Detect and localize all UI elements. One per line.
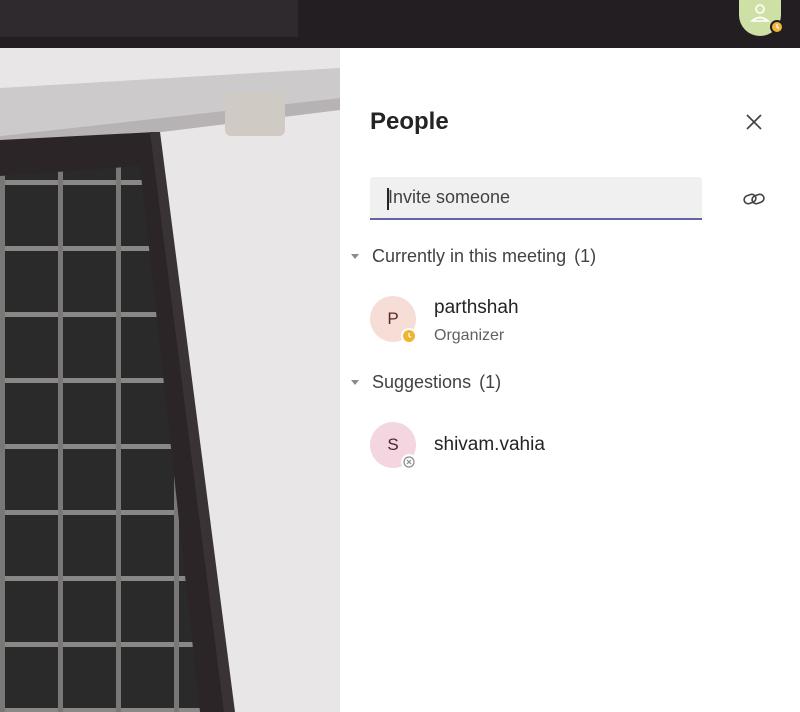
away-status-badge xyxy=(401,328,417,344)
copy-invite-link-button[interactable] xyxy=(742,187,766,211)
section-count: (1) xyxy=(574,246,597,266)
link-icon xyxy=(743,193,765,205)
suggestion-item[interactable]: S shivam.vahia xyxy=(370,422,770,474)
text-caret xyxy=(387,188,389,210)
people-panel: People Currently in this meeting (1) P p… xyxy=(340,48,800,712)
top-bar xyxy=(0,0,800,48)
section-label: Currently in this meeting xyxy=(372,246,567,266)
chevron-down-icon xyxy=(348,374,370,392)
panel-title: People xyxy=(370,108,449,135)
participant-role: Organizer xyxy=(434,327,505,344)
close-icon xyxy=(746,114,762,130)
close-button[interactable] xyxy=(742,110,766,134)
section-suggestions[interactable]: Suggestions (1) xyxy=(348,372,501,393)
invite-someone-input[interactable] xyxy=(370,177,702,220)
section-label: Suggestions xyxy=(372,372,472,392)
video-feed xyxy=(0,48,340,712)
participant-item[interactable]: P parthshah Organizer xyxy=(370,296,770,348)
top-bar-tab-area xyxy=(0,0,298,37)
camera-image xyxy=(0,48,340,712)
chevron-down-icon xyxy=(348,248,370,266)
away-status-badge xyxy=(770,20,784,34)
section-count: (1) xyxy=(479,372,502,392)
offline-x-icon xyxy=(403,456,415,468)
participant-name: shivam.vahia xyxy=(434,434,545,455)
away-clock-icon xyxy=(408,333,412,339)
avatar-initial: S xyxy=(387,435,399,454)
participant-name: parthshah xyxy=(434,297,519,318)
section-currently-in-meeting[interactable]: Currently in this meeting (1) xyxy=(348,246,596,267)
away-clock-icon xyxy=(776,24,780,30)
avatar-initial: P xyxy=(387,309,399,328)
offline-status-badge xyxy=(401,454,417,470)
person-icon xyxy=(750,4,770,22)
